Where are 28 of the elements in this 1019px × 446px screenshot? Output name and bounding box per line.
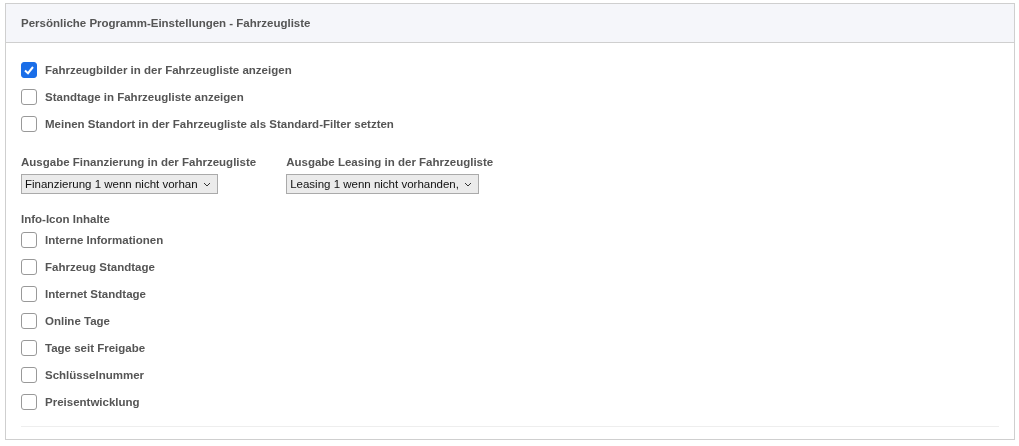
section-heading: Info-Icon Inhalte [21,213,111,225]
dropdown-label: Ausgabe Finanzierung in der Fahrzeugliste [21,156,257,168]
dropdown[interactable]: Finanzierung 1 wenn nicht vorhan [21,174,218,194]
checkbox[interactable] [21,286,37,302]
checkbox-label: Preisentwicklung [45,396,140,408]
checkbox[interactable] [21,62,37,78]
checkbox-label: Standtage in Fahrzeugliste anzeigen [45,91,244,103]
checkbox-label: Fahrzeugbilder in der Fahrzeugliste anzeigen [45,64,292,76]
checkbox[interactable] [21,89,37,105]
chevron-down-icon [202,181,211,187]
checkbox[interactable] [21,394,37,410]
checkbox[interactable] [21,116,37,132]
checkbox-label: Tage seit Freigabe [45,342,146,354]
checkbox-label: Fahrzeug Standtage [45,261,155,273]
checkbox[interactable] [21,340,37,356]
checkbox-label: Schlüsselnummer [45,369,145,381]
dropdown-label: Ausgabe Leasing in der Fahrzeugliste [286,156,494,168]
panel-title: Persönliche Programm-Einstellungen - Fahrzeugliste [21,17,311,29]
checkbox[interactable] [21,313,37,329]
checkbox-label: Online Tage [45,315,110,327]
checkbox[interactable] [21,367,37,383]
checkbox-label: Interne Informationen [45,234,164,246]
checkbox[interactable] [21,232,37,248]
chevron-down-icon [463,181,472,187]
checkbox-label: Internet Standtage [45,288,146,300]
dropdown[interactable]: Leasing 1 wenn nicht vorhanden, [286,174,479,194]
checkbox[interactable] [21,259,37,275]
checkbox-label: Meinen Standort in der Fahrzeugliste als Standard-Filter setzten [45,118,394,130]
